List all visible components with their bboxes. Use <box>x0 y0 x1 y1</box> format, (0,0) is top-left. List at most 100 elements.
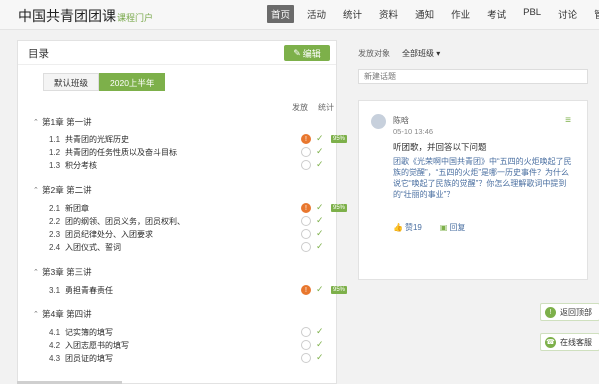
col-stats: 统计 <box>318 103 334 112</box>
lesson-title: 团员证的填写 <box>65 354 113 363</box>
warning-icon[interactable]: ! <box>301 134 311 144</box>
chapter-4[interactable]: ⌃ 第4章 第四讲 <box>33 308 92 320</box>
post-author[interactable]: 陈晗 <box>393 115 409 126</box>
nav-statistics[interactable]: 统计 <box>339 5 366 23</box>
publish-circle-icon[interactable] <box>301 353 311 363</box>
lesson-2-1[interactable]: 2.1 新团章 ! ✓ 95% <box>49 202 348 214</box>
post-time: 05-10 13:46 <box>393 127 434 136</box>
reply-icon: ▣ <box>439 223 448 232</box>
lesson-title: 团的纲领、团员义务，团员权利、 <box>65 217 185 226</box>
tab-default-class[interactable]: 默认班级 <box>43 73 100 91</box>
thumbs-up-icon: 👍 <box>393 223 403 232</box>
lesson-title: 共青团的光辉历史 <box>65 135 129 144</box>
chevron-up-icon: ⌃ <box>33 269 39 276</box>
publish-circle-icon[interactable] <box>301 147 311 157</box>
post-body[interactable]: 团歌《光荣啊中国共青团》中“五四的火炬唤起了民族的觉醒”，“五四的火炬”是哪一历… <box>393 156 575 200</box>
edit-button[interactable]: ✎ 编辑 <box>284 45 330 61</box>
new-topic-input[interactable] <box>358 69 588 84</box>
online-service-label: 在线客服 <box>560 337 592 347</box>
check-icon: ✓ <box>316 133 324 143</box>
lesson-4-1[interactable]: 4.1 记实簿的填写 ✓ <box>49 326 329 338</box>
nav-manage[interactable]: 管理 <box>590 5 599 23</box>
nav-homework[interactable]: 作业 <box>447 5 474 23</box>
check-icon: ✓ <box>316 215 324 225</box>
publish-circle-icon[interactable] <box>301 340 311 350</box>
chapter-title: 第3章 第三讲 <box>42 267 92 277</box>
like-count: 赞19 <box>404 223 422 232</box>
like-button[interactable]: 👍 赞19 <box>393 222 422 233</box>
lesson-1-2[interactable]: 1.2 共青团的任务性质以及奋斗目标 ✓ <box>49 146 329 158</box>
lesson-2-3[interactable]: 2.3 团员纪律处分、入团要求 ✓ <box>49 228 329 240</box>
nav-exam[interactable]: 考试 <box>483 5 510 23</box>
column-headers: 发放 统计 <box>292 102 334 113</box>
back-to-top-label: 返回顶部 <box>560 307 592 317</box>
post-actions: 👍 赞19 ▣ 回复 <box>393 222 465 233</box>
check-icon: ✓ <box>316 159 324 169</box>
post-title[interactable]: 听团歌，并回答以下问题 <box>393 141 487 153</box>
check-icon: ✓ <box>316 352 324 362</box>
nav-discussion[interactable]: 讨论 <box>554 5 581 23</box>
lesson-number: 2.3 <box>49 230 61 239</box>
discussion-post: 陈晗 05-10 13:46 ≡ 听团歌，并回答以下问题 团歌《光荣啊中国共青团… <box>358 100 588 280</box>
nav-home[interactable]: 首页 <box>267 5 295 23</box>
lesson-number: 2.1 <box>49 204 61 213</box>
exclamation-icon: ! <box>545 306 556 318</box>
publish-circle-icon[interactable] <box>301 160 311 170</box>
edit-label: 编辑 <box>302 48 321 59</box>
lesson-title: 入团仪式、誓词 <box>65 243 121 252</box>
lesson-number: 1.3 <box>49 161 61 170</box>
class-select[interactable]: 全部班级 ▾ <box>402 48 440 59</box>
lesson-title: 团员纪律处分、入团要求 <box>65 230 153 239</box>
chevron-up-icon: ⌃ <box>33 311 39 318</box>
lesson-1-3[interactable]: 1.3 积分考核 ✓ <box>49 159 329 171</box>
chapter-title: 第1章 第一讲 <box>42 117 92 127</box>
nav-pbl[interactable]: PBL <box>519 5 545 23</box>
completion-badge: 95% <box>331 286 348 294</box>
chapter-3[interactable]: ⌃ 第3章 第三讲 <box>33 266 92 278</box>
catalog-title: 目录 <box>28 48 49 60</box>
lesson-title: 共青团的任务性质以及奋斗目标 <box>65 148 177 157</box>
check-icon: ✓ <box>316 146 324 156</box>
headset-icon: ☎ <box>545 336 556 348</box>
lesson-title: 勇担青春责任 <box>65 286 113 295</box>
reply-button[interactable]: ▣ 回复 <box>440 222 466 233</box>
brand-title[interactable]: 中国共青团团课课程门户 <box>18 6 153 26</box>
check-icon: ✓ <box>316 326 324 336</box>
publish-circle-icon[interactable] <box>301 229 311 239</box>
nav-activity[interactable]: 活动 <box>303 5 330 23</box>
class-tabs: 默认班级 2020上半年 <box>43 73 166 91</box>
lesson-4-2[interactable]: 4.2 入团志愿书的填写 ✓ <box>49 339 329 351</box>
completion-badge: 95% <box>331 204 348 212</box>
publish-circle-icon[interactable] <box>301 327 311 337</box>
warning-icon[interactable]: ! <box>301 285 311 295</box>
nav-materials[interactable]: 资料 <box>375 5 402 23</box>
chapter-title: 第2章 第二讲 <box>42 185 92 195</box>
lesson-number: 1.2 <box>49 148 61 157</box>
chapter-2[interactable]: ⌃ 第2章 第二讲 <box>33 184 92 196</box>
back-to-top-button[interactable]: ! 返回顶部 <box>540 303 599 321</box>
completion-badge: 95% <box>331 135 348 143</box>
lesson-2-2[interactable]: 2.2 团的纲领、团员义务，团员权利、 ✓ <box>49 215 329 227</box>
chapter-title: 第4章 第四讲 <box>42 309 92 319</box>
col-publish: 发放 <box>292 103 308 112</box>
brand-name: 中国共青团团课 <box>18 8 116 24</box>
lesson-title: 积分考核 <box>65 161 97 170</box>
chapter-1[interactable]: ⌃ 第1章 第一讲 <box>33 116 92 128</box>
nav-notice[interactable]: 通知 <box>411 5 438 23</box>
publish-circle-icon[interactable] <box>301 216 311 226</box>
lesson-3-1[interactable]: 3.1 勇担青春责任 ! ✓ 95% <box>49 284 348 296</box>
lesson-1-1[interactable]: 1.1 共青团的光辉历史 ! ✓ 95% <box>49 133 348 145</box>
check-icon: ✓ <box>316 284 324 294</box>
lesson-2-4[interactable]: 2.4 入团仪式、誓词 ✓ <box>49 241 329 253</box>
lesson-title: 记实簿的填写 <box>65 328 113 337</box>
publish-circle-icon[interactable] <box>301 242 311 252</box>
warning-icon[interactable]: ! <box>301 203 311 213</box>
avatar[interactable] <box>371 114 386 129</box>
lesson-4-3[interactable]: 4.3 团员证的填写 ✓ <box>49 352 329 364</box>
online-service-button[interactable]: ☎ 在线客服 <box>540 333 599 351</box>
topic-target-row: 发放对象 全部班级 ▾ <box>358 48 440 59</box>
pencil-icon: ✎ <box>293 47 301 58</box>
tab-2020-first-half[interactable]: 2020上半年 <box>99 73 166 91</box>
menu-icon[interactable]: ≡ <box>565 115 571 126</box>
lesson-number: 4.2 <box>49 341 61 350</box>
